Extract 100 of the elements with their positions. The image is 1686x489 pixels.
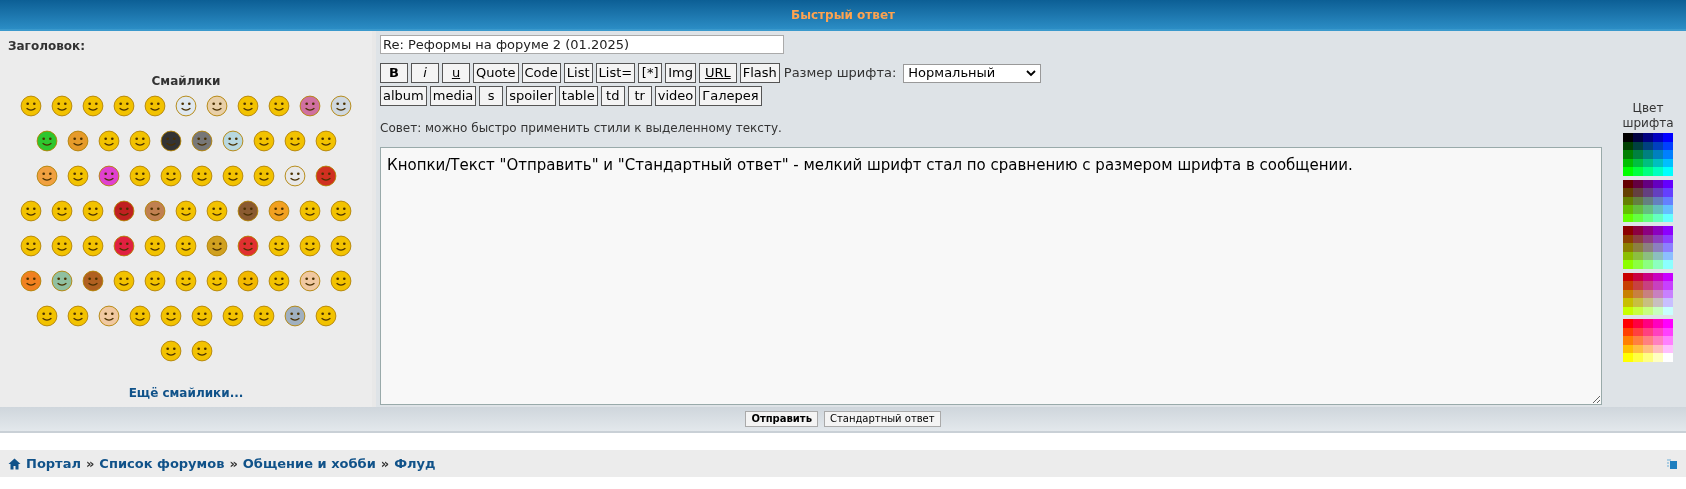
- format-button[interactable]: spoiler: [506, 86, 556, 106]
- format-button[interactable]: List=: [595, 63, 636, 83]
- format-button[interactable]: B: [380, 63, 408, 83]
- smiley-icon[interactable]: [299, 200, 321, 222]
- smiley-icon[interactable]: [35, 165, 58, 187]
- smiley-icon[interactable]: [66, 305, 89, 327]
- resize-icon[interactable]: [1666, 457, 1678, 470]
- smiley-icon[interactable]: [268, 235, 290, 257]
- smiley-icon[interactable]: [113, 235, 135, 257]
- smiley-icon[interactable]: [128, 305, 151, 327]
- more-smilies-link[interactable]: Ещё смайлики...: [128, 384, 244, 402]
- format-button[interactable]: Code: [521, 63, 561, 83]
- smiley-icon[interactable]: [175, 235, 197, 257]
- smiley-icon[interactable]: [51, 270, 73, 292]
- smiley-icon[interactable]: [20, 200, 42, 222]
- smiley-icon[interactable]: [206, 95, 228, 117]
- smiley-icon[interactable]: [299, 235, 321, 257]
- breadcrumb-link[interactable]: Общение и хобби: [242, 453, 376, 474]
- smiley-icon[interactable]: [221, 305, 244, 327]
- format-button[interactable]: Quote: [473, 63, 519, 83]
- submit-button[interactable]: Отправить: [745, 411, 818, 427]
- smiley-icon[interactable]: [268, 95, 290, 117]
- format-button[interactable]: u: [442, 63, 470, 83]
- smiley-icon[interactable]: [128, 130, 151, 152]
- smiley-icon[interactable]: [97, 130, 120, 152]
- smiley-icon[interactable]: [97, 165, 120, 187]
- smiley-icon[interactable]: [206, 270, 228, 292]
- subject-field[interactable]: Re: Реформы на форуме 2 (01.2025): [380, 35, 784, 54]
- smiley-icon[interactable]: [20, 235, 42, 257]
- smiley-icon[interactable]: [299, 270, 321, 292]
- format-button[interactable]: tr: [627, 86, 652, 106]
- smiley-icon[interactable]: [51, 200, 73, 222]
- default-reply-button[interactable]: Стандартный ответ: [823, 411, 941, 427]
- format-button[interactable]: album: [380, 86, 427, 106]
- smiley-icon[interactable]: [51, 235, 73, 257]
- smiley-icon[interactable]: [221, 165, 244, 187]
- smiley-icon[interactable]: [252, 305, 275, 327]
- color-palette[interactable]: [1623, 133, 1673, 362]
- format-button[interactable]: List: [563, 63, 593, 83]
- smiley-icon[interactable]: [66, 165, 89, 187]
- smiley-icon[interactable]: [128, 165, 151, 187]
- smiley-icon[interactable]: [283, 305, 306, 327]
- smiley-icon[interactable]: [35, 305, 58, 327]
- smiley-icon[interactable]: [144, 270, 166, 292]
- smiley-icon[interactable]: [159, 305, 182, 327]
- smiley-icon[interactable]: [314, 305, 337, 327]
- smiley-icon[interactable]: [190, 305, 213, 327]
- smiley-icon[interactable]: [175, 95, 197, 117]
- smiley-icon[interactable]: [82, 270, 104, 292]
- format-button[interactable]: s: [479, 86, 504, 106]
- smiley-icon[interactable]: [314, 130, 337, 152]
- smiley-icon[interactable]: [330, 270, 352, 292]
- format-button[interactable]: table: [558, 86, 598, 106]
- format-button[interactable]: video: [654, 86, 697, 106]
- format-button[interactable]: Flash: [739, 63, 780, 83]
- smiley-icon[interactable]: [175, 200, 197, 222]
- smiley-icon[interactable]: [237, 235, 259, 257]
- format-button[interactable]: URL: [698, 63, 737, 83]
- smiley-icon[interactable]: [82, 235, 104, 257]
- format-button[interactable]: [*]: [638, 63, 663, 83]
- smiley-icon[interactable]: [175, 270, 197, 292]
- smiley-icon[interactable]: [190, 165, 213, 187]
- smiley-icon[interactable]: [82, 200, 104, 222]
- smiley-icon[interactable]: [51, 95, 73, 117]
- smiley-icon[interactable]: [283, 165, 306, 187]
- smiley-icon[interactable]: [299, 95, 321, 117]
- smiley-icon[interactable]: [144, 235, 166, 257]
- format-button[interactable]: Img: [665, 63, 696, 83]
- breadcrumb-link[interactable]: Портал: [26, 453, 81, 474]
- smiley-icon[interactable]: [221, 130, 244, 152]
- smiley-icon[interactable]: [190, 340, 213, 362]
- font-size-select[interactable]: Нормальный: [903, 63, 1042, 83]
- smiley-icon[interactable]: [113, 200, 135, 222]
- smiley-icon[interactable]: [159, 165, 182, 187]
- smiley-icon[interactable]: [252, 165, 275, 187]
- smiley-icon[interactable]: [66, 130, 89, 152]
- breadcrumb-link[interactable]: Список форумов: [99, 453, 225, 474]
- smiley-icon[interactable]: [113, 95, 135, 117]
- smiley-icon[interactable]: [268, 270, 290, 292]
- smiley-icon[interactable]: [97, 305, 120, 327]
- smiley-icon[interactable]: [190, 130, 213, 152]
- smiley-icon[interactable]: [330, 235, 352, 257]
- smiley-icon[interactable]: [20, 95, 42, 117]
- format-button[interactable]: media: [429, 86, 477, 106]
- smiley-icon[interactable]: [330, 200, 352, 222]
- smiley-icon[interactable]: [113, 270, 135, 292]
- format-button[interactable]: i: [411, 63, 439, 83]
- smiley-icon[interactable]: [237, 95, 259, 117]
- smiley-icon[interactable]: [268, 200, 290, 222]
- smiley-icon[interactable]: [35, 130, 58, 152]
- smiley-icon[interactable]: [237, 200, 259, 222]
- smiley-icon[interactable]: [206, 235, 228, 257]
- smiley-icon[interactable]: [314, 165, 337, 187]
- format-button[interactable]: td: [600, 86, 625, 106]
- smiley-icon[interactable]: [330, 95, 352, 117]
- breadcrumb-link[interactable]: Флуд: [394, 453, 436, 474]
- smiley-icon[interactable]: [144, 200, 166, 222]
- smiley-icon[interactable]: [159, 130, 182, 152]
- format-button[interactable]: Галерея: [699, 86, 762, 106]
- smiley-icon[interactable]: [144, 95, 166, 117]
